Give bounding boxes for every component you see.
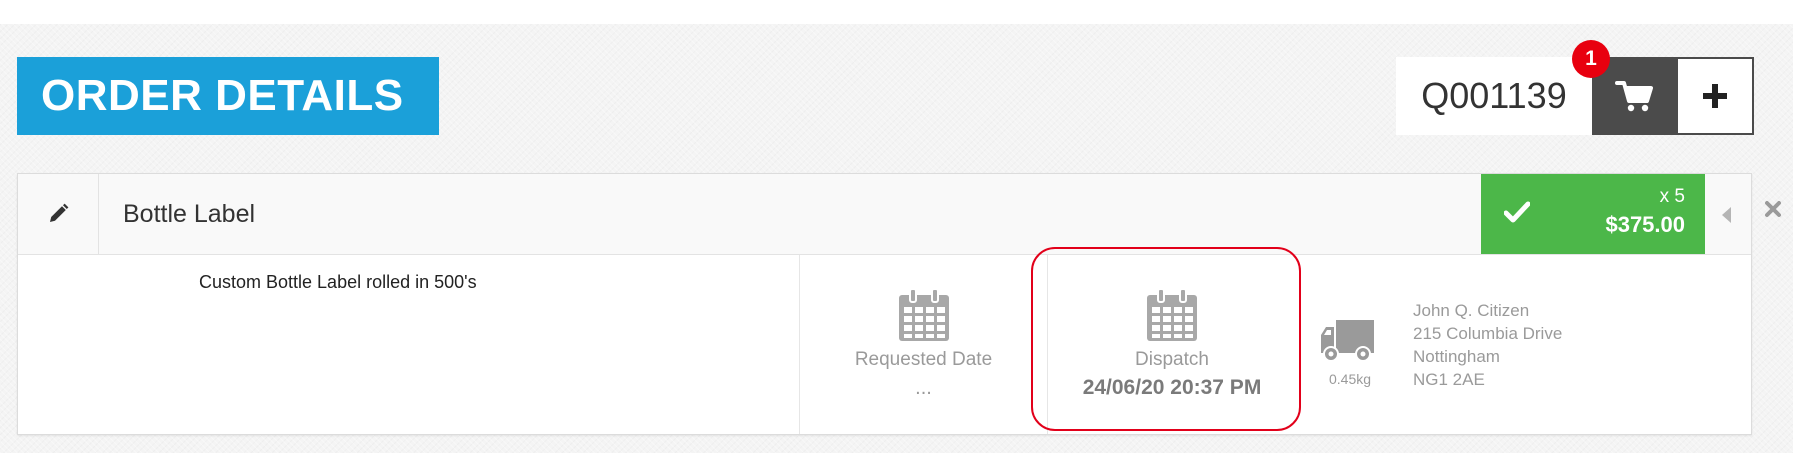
top-strip	[0, 0, 1793, 24]
order-line-body: Custom Bottle Label rolled in 500's Requ…	[18, 255, 1751, 434]
pencil-icon	[50, 203, 69, 222]
calendar-icon	[898, 288, 949, 341]
order-line-header: Bottle Label x 5 $375.00	[18, 174, 1751, 255]
plus-icon	[1703, 84, 1727, 108]
add-button[interactable]	[1676, 57, 1754, 135]
shipping-address: John Q. Citizen 215 Columbia Drive Notti…	[1413, 299, 1562, 391]
dispatch-date-value: 24/06/20 20:37 PM	[1082, 376, 1262, 399]
cart-count-badge: 1	[1572, 40, 1610, 78]
check-icon	[1504, 201, 1530, 223]
requested-date-label: Requested Date	[854, 349, 993, 370]
order-line-status: x 5 $375.00	[1481, 174, 1705, 254]
cart-icon	[1615, 81, 1653, 112]
item-description: Custom Bottle Label rolled in 500's	[199, 272, 477, 292]
edit-button[interactable]	[18, 174, 99, 254]
order-line-card: Bottle Label x 5 $375.00 Custom Bottle L…	[17, 173, 1752, 435]
order-number: Q001139	[1396, 57, 1592, 135]
address-name: John Q. Citizen	[1413, 301, 1530, 320]
shipping-weight: 0.45kg	[1329, 371, 1372, 387]
truck-icon	[1320, 318, 1376, 367]
caret-left-icon[interactable]	[1722, 207, 1731, 223]
dispatch-label: Dispatch	[1135, 349, 1209, 370]
requested-date-column[interactable]: Requested Date ...	[800, 255, 1047, 434]
page-title: ORDER DETAILS	[17, 57, 439, 135]
item-quantity: x 5	[1659, 186, 1685, 207]
close-icon[interactable]	[1764, 200, 1782, 223]
address-postcode: NG1 2AE	[1413, 370, 1485, 389]
address-city: Nottingham	[1413, 347, 1500, 366]
dispatch-date-column[interactable]: Dispatch 24/06/20 20:37 PM	[1048, 255, 1296, 434]
product-name: Bottle Label	[123, 200, 256, 228]
address-street: 215 Columbia Drive	[1413, 324, 1563, 343]
calendar-icon	[1147, 288, 1197, 341]
requested-date-value: ...	[915, 377, 932, 399]
item-price: $375.00	[1605, 212, 1685, 237]
